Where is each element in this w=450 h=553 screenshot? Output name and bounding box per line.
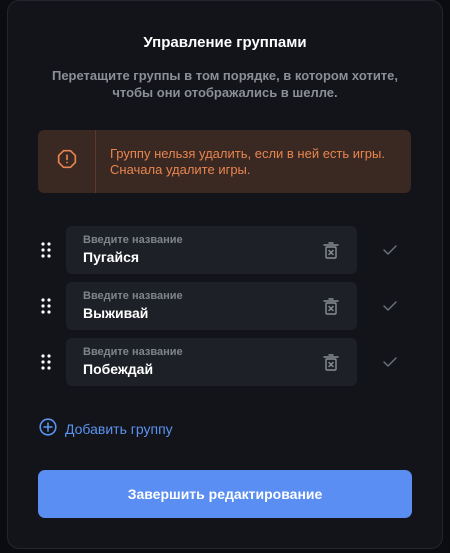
drag-handle-icon[interactable] xyxy=(40,297,52,315)
group-name-field[interactable]: Введите название xyxy=(66,282,357,330)
add-group-button[interactable]: Добавить группу xyxy=(39,418,173,439)
trash-icon[interactable] xyxy=(322,353,340,371)
warning-text: Группу нельзя удалить, если в ней есть и… xyxy=(110,146,385,177)
group-name-field[interactable]: Введите название xyxy=(66,338,357,386)
trash-icon[interactable] xyxy=(322,241,340,259)
warning-banner: Группу нельзя удалить, если в ней есть и… xyxy=(38,130,411,193)
drag-handle-icon[interactable] xyxy=(40,353,52,371)
check-icon[interactable] xyxy=(381,353,399,371)
octagon-alert-icon xyxy=(57,149,77,174)
group-name-input[interactable] xyxy=(83,248,303,266)
warning-icon-container xyxy=(38,130,96,193)
group-row: Введите название xyxy=(8,338,444,386)
group-row: Введите название xyxy=(8,226,444,274)
dialog-subtitle: Перетащите группы в том порядке, в котор… xyxy=(51,68,399,100)
group-row: Введите название xyxy=(8,282,444,330)
check-icon[interactable] xyxy=(381,297,399,315)
manage-groups-dialog: Управление группами Перетащите группы в … xyxy=(7,0,443,549)
group-name-placeholder: Введите название xyxy=(83,234,183,246)
check-icon[interactable] xyxy=(381,241,399,259)
group-name-input[interactable] xyxy=(83,360,303,378)
group-name-placeholder: Введите название xyxy=(83,290,183,302)
drag-handle-icon[interactable] xyxy=(40,241,52,259)
group-name-field[interactable]: Введите название xyxy=(66,226,357,274)
plus-circle-icon xyxy=(39,418,57,439)
finish-editing-button[interactable]: Завершить редактирование xyxy=(38,470,412,518)
group-name-input[interactable] xyxy=(83,304,303,322)
trash-icon[interactable] xyxy=(322,297,340,315)
add-group-label: Добавить группу xyxy=(65,420,173,437)
group-name-placeholder: Введите название xyxy=(83,346,183,358)
dialog-title: Управление группами xyxy=(143,34,307,51)
